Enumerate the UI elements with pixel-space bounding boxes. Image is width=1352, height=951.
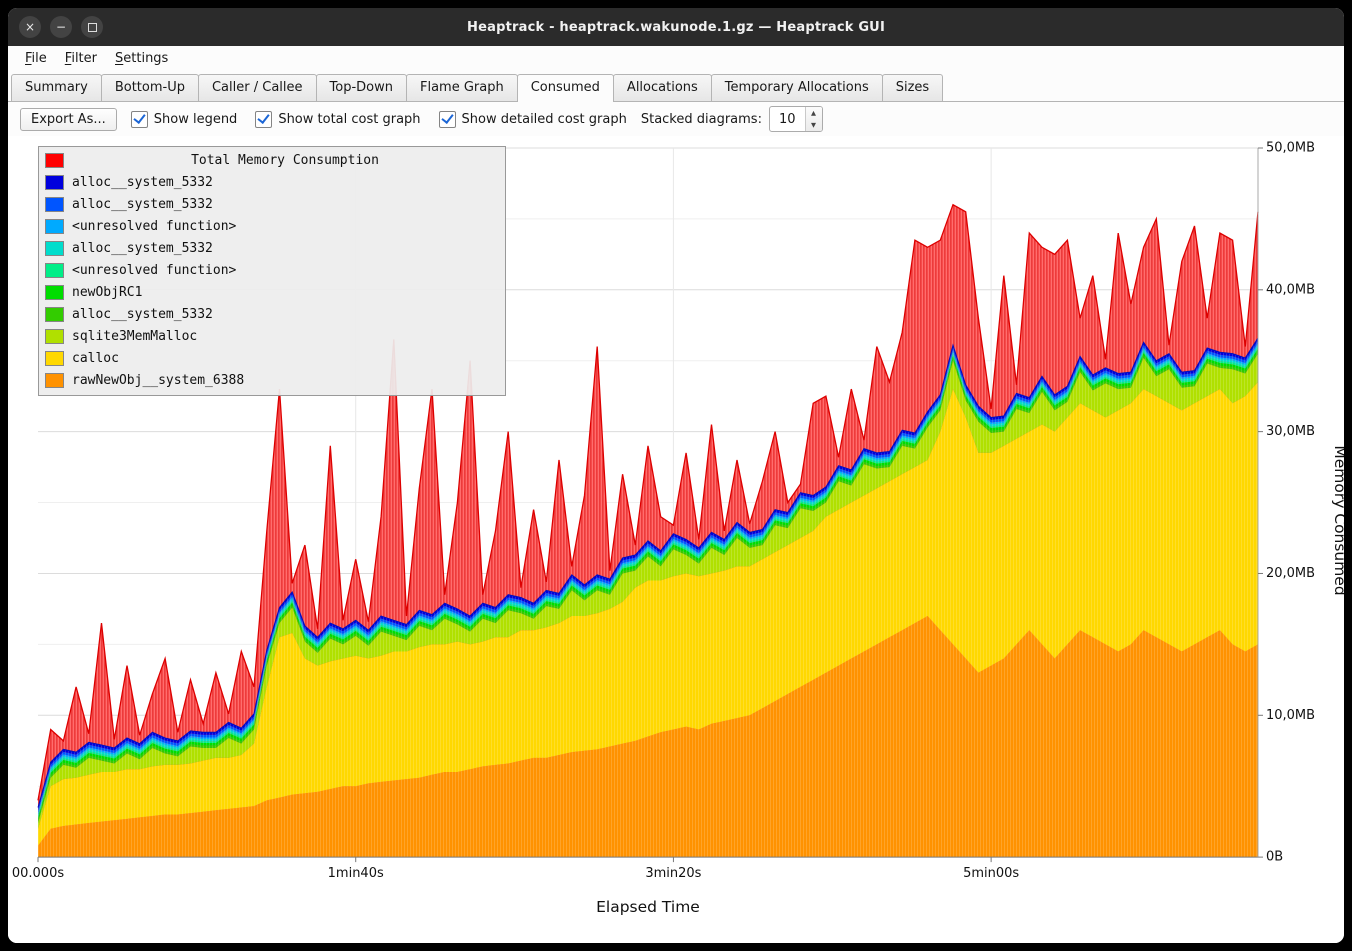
legend-item-label: alloc__system_5332 — [72, 241, 213, 256]
legend-item: alloc__system_5332 — [46, 171, 498, 193]
legend-swatch — [46, 198, 63, 211]
close-button[interactable]: × — [19, 16, 41, 38]
legend-swatch — [46, 330, 63, 343]
checkbox-show-detailed-cost-graph[interactable]: Show detailed cost graph — [439, 111, 627, 128]
y-axis-label: Memory Consumed — [1331, 445, 1344, 595]
tab-sizes[interactable]: Sizes — [882, 74, 943, 101]
legend-swatch — [46, 176, 63, 189]
maximize-button[interactable] — [81, 16, 103, 38]
toolbar-checkboxes: Show legend Show total cost graph Show det… — [131, 111, 627, 128]
legend-item: alloc__system_5332 — [46, 237, 498, 259]
y-tick-label: 30,0MB — [1266, 424, 1315, 439]
spin-down-button[interactable]: ▼ — [806, 119, 822, 131]
checkbox-label: Show legend — [154, 112, 238, 127]
legend-item-label: rawNewObj__system_6388 — [72, 373, 244, 388]
close-icon: × — [25, 21, 35, 33]
heaptrack-window: × − Heaptrack - heaptrack.wakunode.1.gz … — [8, 8, 1344, 943]
minimize-button[interactable]: − — [50, 16, 72, 38]
legend-item-label: alloc__system_5332 — [72, 175, 213, 190]
export-as-button[interactable]: Export As... — [20, 108, 117, 131]
menu-item-settings[interactable]: Settings — [106, 49, 177, 68]
window-controls: × − — [19, 8, 103, 46]
maximize-icon — [88, 23, 97, 32]
legend-item: newObjRC1 — [46, 281, 498, 303]
legend-swatch — [46, 352, 63, 365]
legend-item-label: alloc__system_5332 — [72, 307, 213, 322]
checkbox-box[interactable] — [255, 111, 272, 128]
legend-item-label: Total Memory Consumption — [72, 153, 498, 168]
legend-swatch — [46, 264, 63, 277]
checkbox-label: Show detailed cost graph — [462, 112, 627, 127]
legend-swatch — [46, 374, 63, 387]
y-tick-label: 40,0MB — [1266, 282, 1315, 297]
legend-item: rawNewObj__system_6388 — [46, 369, 498, 391]
legend-item-label: newObjRC1 — [72, 285, 142, 300]
legend-item-label: <unresolved function> — [72, 263, 236, 278]
spin-up-button[interactable]: ▲ — [806, 107, 822, 119]
checkbox-label: Show total cost graph — [278, 112, 420, 127]
tab-bar: SummaryBottom-UpCaller / CalleeTop-DownF… — [8, 71, 1344, 102]
legend-swatch — [46, 286, 63, 299]
legend-swatch — [46, 242, 63, 255]
tab-flame-graph[interactable]: Flame Graph — [406, 74, 518, 101]
menu-item-file[interactable]: File — [16, 49, 56, 68]
chevron-down-icon: ▼ — [811, 121, 816, 129]
legend-swatch — [46, 154, 63, 167]
legend-swatch — [46, 220, 63, 233]
x-axis-label: Elapsed Time — [596, 898, 700, 916]
y-tick-label: 50,0MB — [1266, 140, 1315, 155]
x-tick-label: 00.000s — [12, 866, 64, 881]
legend-item: calloc — [46, 347, 498, 369]
y-tick-label: 20,0MB — [1266, 566, 1315, 581]
menu-item-filter[interactable]: Filter — [56, 49, 106, 68]
menu-bar: FileFilterSettings — [8, 46, 1344, 71]
chart-toolbar: Export As... Show legend Show total cost … — [8, 102, 1344, 136]
tab-summary[interactable]: Summary — [11, 74, 102, 101]
legend-item-label: alloc__system_5332 — [72, 197, 213, 212]
window-title: Heaptrack - heaptrack.wakunode.1.gz — He… — [467, 20, 885, 35]
title-bar[interactable]: × − Heaptrack - heaptrack.wakunode.1.gz … — [8, 8, 1344, 46]
chevron-up-icon: ▲ — [811, 109, 816, 117]
tab-bottom-up[interactable]: Bottom-Up — [101, 74, 199, 101]
stacked-diagrams-group: Stacked diagrams: 10 ▲ ▼ — [641, 106, 823, 132]
chart-legend: Total Memory Consumption alloc__system_53… — [38, 146, 506, 396]
legend-item-label: calloc — [72, 351, 119, 366]
x-tick-label: 3min20s — [645, 866, 701, 881]
legend-item-label: <unresolved function> — [72, 219, 236, 234]
legend-item: <unresolved function> — [46, 259, 498, 281]
tab-caller-callee[interactable]: Caller / Callee — [198, 74, 317, 101]
checkbox-box[interactable] — [131, 111, 148, 128]
checkbox-box[interactable] — [439, 111, 456, 128]
tab-temporary-allocations[interactable]: Temporary Allocations — [711, 74, 883, 101]
legend-swatch — [46, 308, 63, 321]
minimize-icon: − — [56, 21, 66, 33]
tab-top-down[interactable]: Top-Down — [316, 74, 407, 101]
x-tick-label: 1min40s — [328, 866, 384, 881]
stacked-diagrams-label: Stacked diagrams: — [641, 112, 762, 127]
tab-allocations[interactable]: Allocations — [613, 74, 712, 101]
legend-title-item: Total Memory Consumption — [46, 149, 498, 171]
memory-consumed-chart[interactable]: 0B 10,0MB 20,0MB 30,0MB 40,0MB 50,0MB 00.000s 1… — [8, 136, 1344, 943]
y-tick-label: 0B — [1266, 850, 1283, 865]
checkbox-show-total-cost-graph[interactable]: Show total cost graph — [255, 111, 420, 128]
legend-item: alloc__system_5332 — [46, 303, 498, 325]
tab-consumed[interactable]: Consumed — [517, 74, 614, 102]
y-tick-label: 10,0MB — [1266, 708, 1315, 723]
legend-item: alloc__system_5332 — [46, 193, 498, 215]
legend-item: sqlite3MemMalloc — [46, 325, 498, 347]
legend-item: <unresolved function> — [46, 215, 498, 237]
stacked-diagrams-value[interactable]: 10 — [770, 107, 805, 131]
legend-item-label: sqlite3MemMalloc — [72, 329, 197, 344]
checkbox-show-legend[interactable]: Show legend — [131, 111, 238, 128]
stacked-diagrams-spinbox[interactable]: 10 ▲ ▼ — [769, 106, 823, 132]
spin-buttons: ▲ ▼ — [805, 107, 822, 131]
x-tick-label: 5min00s — [963, 866, 1019, 881]
